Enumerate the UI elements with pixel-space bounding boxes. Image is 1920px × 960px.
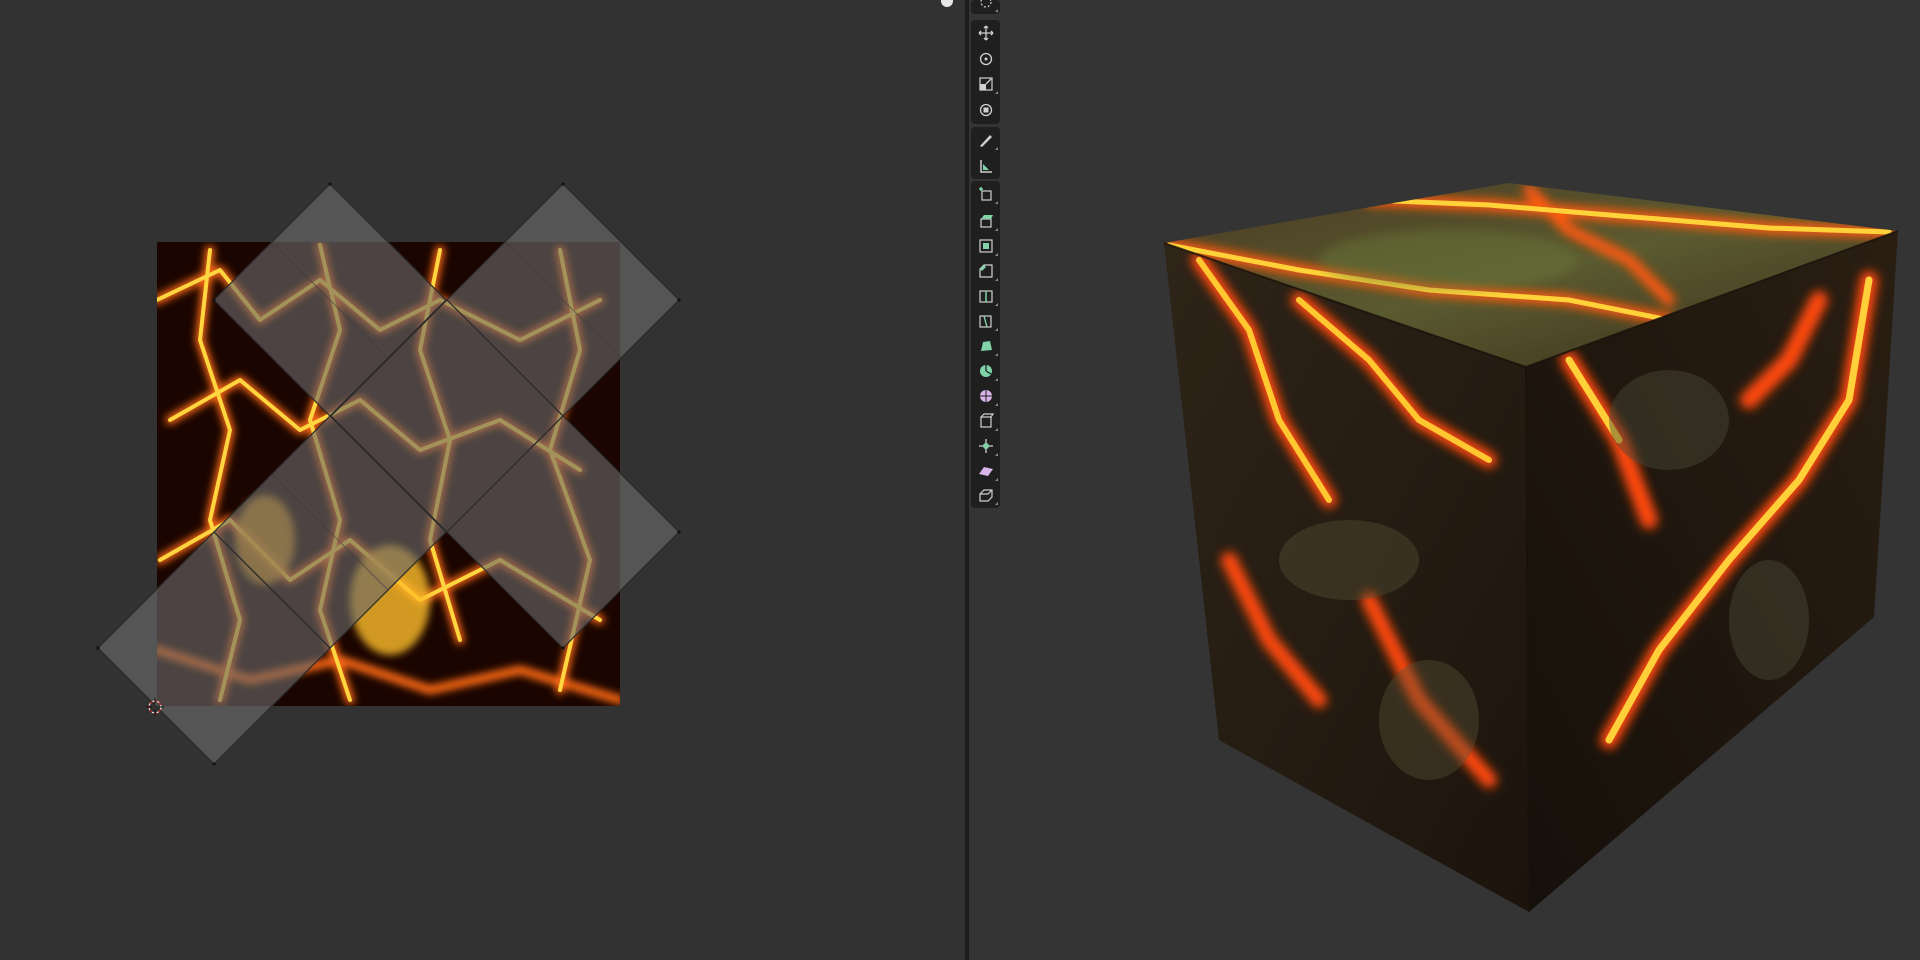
viewport-canvas[interactable] <box>969 0 1920 960</box>
3d-viewport[interactable] <box>969 0 1920 960</box>
uv-editor[interactable] <box>0 0 965 960</box>
uv-canvas[interactable] <box>0 0 965 960</box>
lava-cube[interactable] <box>1163 183 1899 913</box>
